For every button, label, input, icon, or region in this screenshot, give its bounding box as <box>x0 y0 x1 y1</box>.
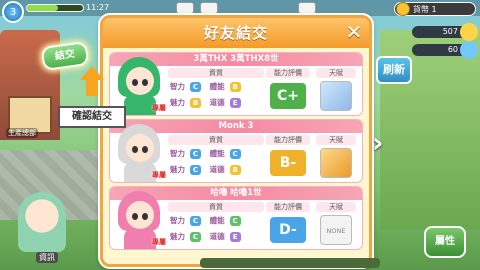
tutorial-arrow-icon <box>80 66 104 80</box>
eval-grade: D- <box>270 217 306 243</box>
stat-grade: C <box>190 82 201 92</box>
stat-grade: B <box>229 82 241 92</box>
avatar-face <box>126 67 154 95</box>
friend-card[interactable]: Monk 3 專屬 資質 智力 C 體能 C 魅力 C 道德 B 能力評價 B- 天賦 <box>109 119 363 183</box>
menu-button-1[interactable] <box>176 2 194 14</box>
tutorial-arrow-stem <box>86 80 98 96</box>
gold-icon <box>460 23 478 41</box>
stat-label: 道德 <box>209 98 225 107</box>
tutorial-tooltip: 確認結交 <box>58 106 126 128</box>
npc-portrait <box>18 192 66 252</box>
attribute-button[interactable]: 屬性 <box>424 226 466 258</box>
refresh-button[interactable]: 刷新 <box>376 56 412 84</box>
eval-header: 能力評價 <box>266 202 310 212</box>
clock-text: 11:27 <box>86 3 110 12</box>
resource-counter-1: 507 <box>412 23 478 41</box>
stats-header: 資質 <box>168 202 264 212</box>
stat-row: 智力 C 體能 B <box>170 81 247 92</box>
coin-text: 貨幣 1 <box>413 5 437 14</box>
info-label[interactable]: 資訊 <box>36 252 58 263</box>
menu-button-2[interactable] <box>200 2 218 14</box>
stat-label: 魅力 <box>170 98 185 107</box>
talent-icon[interactable] <box>320 148 352 178</box>
menu-button-3[interactable] <box>298 2 316 14</box>
stat-grade: B <box>229 165 241 175</box>
next-page-icon[interactable]: › <box>372 126 392 160</box>
stats-header: 資質 <box>168 68 264 78</box>
avatar-eye <box>142 213 148 220</box>
eval-header: 能力評價 <box>266 135 310 145</box>
eval-grade: C+ <box>270 83 306 109</box>
stat-grade: C <box>190 232 201 242</box>
talent-empty[interactable]: NONE <box>320 215 352 245</box>
friend-card[interactable]: 哈嚕 哈嚕1世 專屬 資質 智力 C 體能 C 魅力 C 道德 E 能力評價 D- 天賦… <box>109 186 363 250</box>
stat-label: 體能 <box>209 149 225 158</box>
exp-bar <box>26 4 84 12</box>
eval-header: 能力評價 <box>266 68 310 78</box>
stat-grade: C <box>229 149 241 159</box>
stat-grade: C <box>190 165 201 175</box>
dialog-title: 好友結交 <box>103 18 369 48</box>
stat-grade: B <box>190 98 201 108</box>
stat-row: 魅力 B 道德 E <box>170 97 247 108</box>
stat-row: 魅力 C 道德 E <box>170 231 247 242</box>
resource-value-2: 60 <box>447 45 458 54</box>
close-button[interactable]: ✕ <box>343 21 365 43</box>
rank-tag: 專屬 <box>152 104 166 112</box>
avatar-face <box>126 134 154 162</box>
stats-header: 資質 <box>168 135 264 145</box>
talent-none-label: NONE <box>326 227 346 235</box>
bottom-strip <box>200 258 380 268</box>
friend-dialog: 好友結交 ✕ 3萬THX 3萬THX8世 專屬 資質 智力 C 體能 B 魅力 B 道… <box>100 15 372 267</box>
stat-grade: E <box>229 232 241 242</box>
talent-header: 天賦 <box>316 68 356 78</box>
gem-icon <box>460 41 478 59</box>
stat-grade: C <box>190 216 201 226</box>
stat-label: 智力 <box>170 82 185 91</box>
avatar-eye <box>132 146 138 153</box>
friend-card[interactable]: 3萬THX 3萬THX8世 專屬 資質 智力 C 體能 B 魅力 B 道德 E 能力評價… <box>109 52 363 116</box>
stat-label: 道德 <box>209 165 225 174</box>
stat-label: 魅力 <box>170 165 185 174</box>
avatar-eye <box>132 79 138 86</box>
rank-tag: 專屬 <box>152 171 166 179</box>
talent-header: 天賦 <box>316 202 356 212</box>
stat-grade: C <box>229 216 241 226</box>
exp-fill <box>27 5 58 11</box>
avatar-face <box>126 201 154 229</box>
rank-tag: 專屬 <box>152 238 166 246</box>
talent-header: 天賦 <box>316 135 356 145</box>
stat-label: 智力 <box>170 149 185 158</box>
stat-label: 智力 <box>170 216 185 225</box>
eval-grade: B- <box>270 150 306 176</box>
talent-icon[interactable] <box>320 81 352 111</box>
coin-icon <box>396 2 410 16</box>
resource-counter-2: 60 <box>412 41 478 59</box>
stat-row: 魅力 C 道德 B <box>170 164 247 175</box>
coin-counter: 貨幣 1 <box>394 2 476 16</box>
avatar-eye <box>142 79 148 86</box>
avatar-eye <box>132 213 138 220</box>
stat-label: 魅力 <box>170 232 185 241</box>
stat-grade: E <box>229 98 241 108</box>
resource-value-1: 507 <box>442 27 458 36</box>
avatar-eye <box>142 146 148 153</box>
stat-label: 道德 <box>209 232 225 241</box>
stat-row: 智力 C 體能 C <box>170 215 247 226</box>
stat-label: 體能 <box>209 216 225 225</box>
stat-grade: C <box>190 149 201 159</box>
house-label: 生產總部 <box>6 128 38 138</box>
level-badge[interactable]: 3 <box>2 1 24 23</box>
stat-label: 體能 <box>209 82 225 91</box>
stat-row: 智力 C 體能 C <box>170 148 247 159</box>
